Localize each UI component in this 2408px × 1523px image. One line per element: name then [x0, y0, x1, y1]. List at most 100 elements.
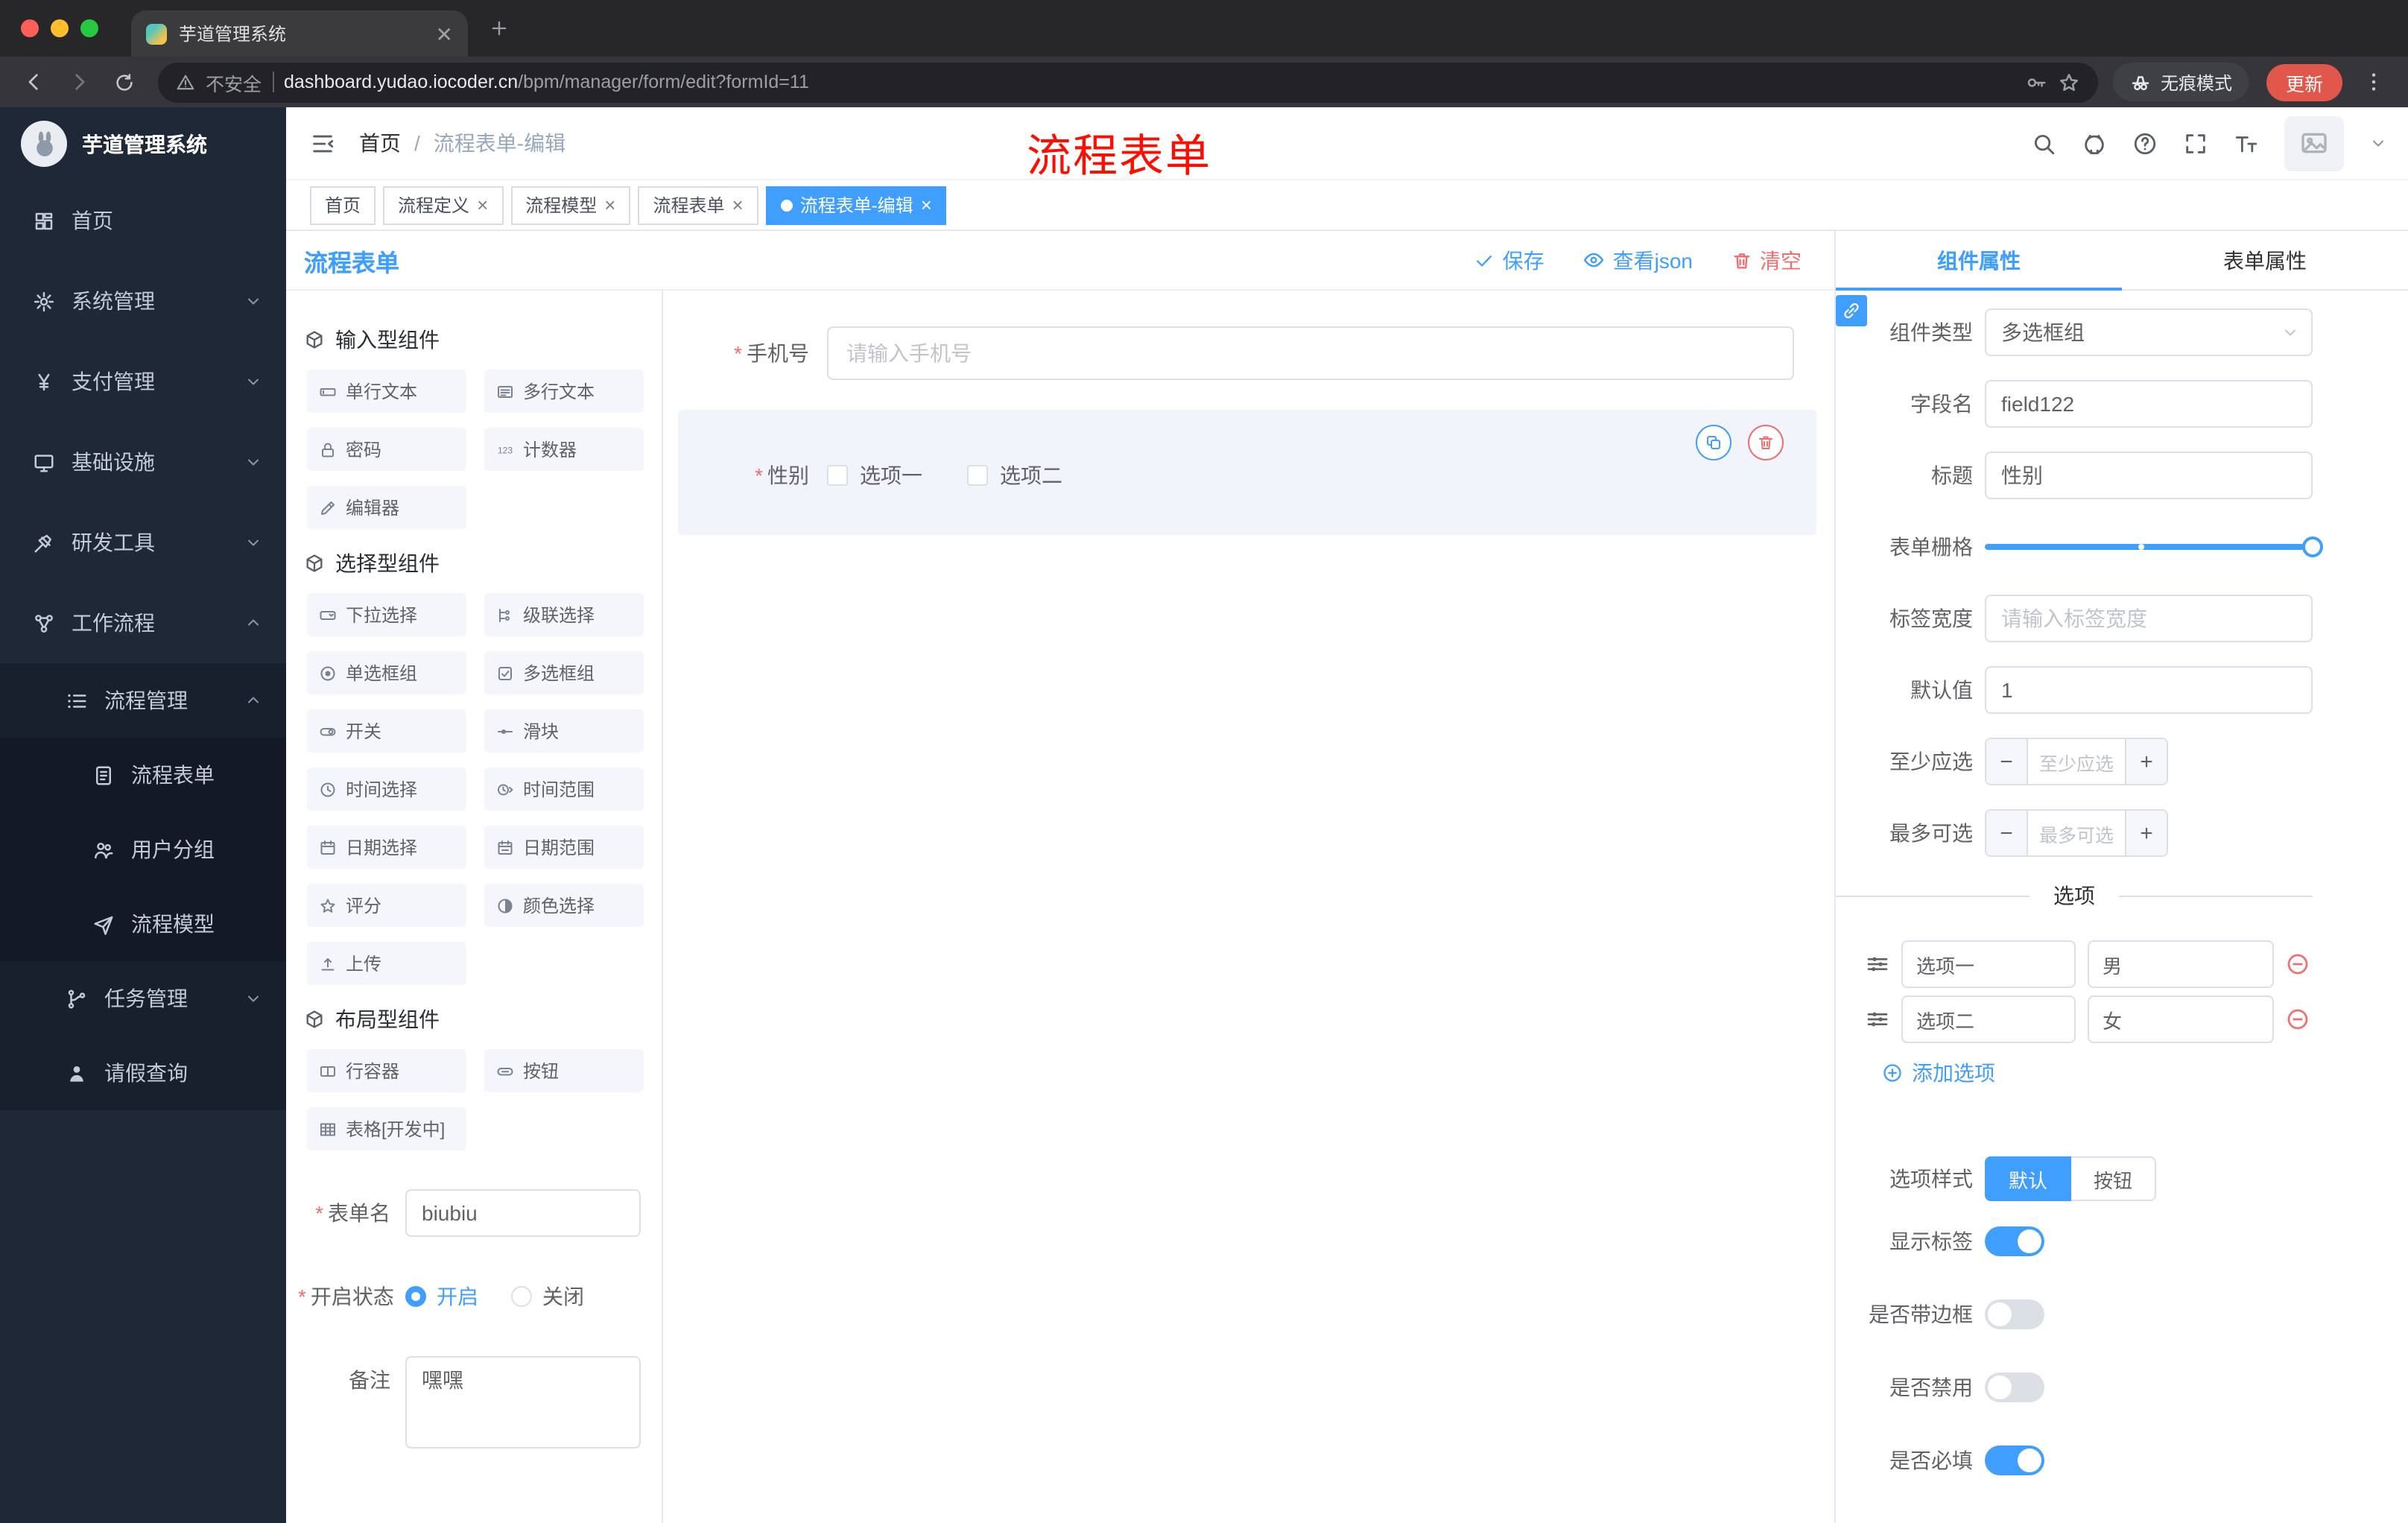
- remove-option-icon[interactable]: [2286, 952, 2310, 976]
- remove-option-icon[interactable]: [2286, 1007, 2310, 1031]
- bookmark-star-icon[interactable]: [2058, 71, 2080, 93]
- tab-form-props[interactable]: 表单属性: [2122, 231, 2408, 289]
- component-type-select[interactable]: 多选框组: [1985, 308, 2313, 356]
- component-item[interactable]: 多行文本: [484, 370, 644, 413]
- tag-close-icon[interactable]: ×: [732, 195, 744, 215]
- sidebar-fold-button[interactable]: [286, 107, 359, 179]
- option-value-input[interactable]: [2088, 995, 2274, 1043]
- sidebar-item-home[interactable]: 首页: [0, 180, 286, 261]
- user-avatar[interactable]: [2284, 115, 2344, 171]
- tag-close-icon[interactable]: ×: [921, 195, 932, 215]
- border-switch[interactable]: [1985, 1299, 2044, 1329]
- copy-field-button[interactable]: [1696, 425, 1731, 460]
- sidebar-item-devtools[interactable]: 研发工具: [0, 502, 286, 583]
- component-item[interactable]: 时间范围: [484, 767, 644, 811]
- title-input[interactable]: [1985, 452, 2313, 499]
- design-canvas[interactable]: 手机号 请输入手机号 性别: [663, 291, 1834, 1523]
- window-minimize-button[interactable]: [51, 19, 69, 37]
- field-gender[interactable]: 性别 选项一 选项二: [678, 460, 1794, 490]
- chrome-menu-button[interactable]: [2354, 63, 2393, 101]
- tab-close-icon[interactable]: ✕: [436, 23, 453, 44]
- search-icon[interactable]: [2031, 130, 2056, 156]
- forward-button[interactable]: [60, 63, 98, 101]
- component-item[interactable]: 行容器: [307, 1049, 466, 1092]
- option-label-input[interactable]: [1901, 995, 2076, 1043]
- component-item[interactable]: 单选框组: [307, 651, 466, 694]
- required-switch[interactable]: [1985, 1446, 2044, 1475]
- component-item[interactable]: 日期选择: [307, 826, 466, 869]
- url-text[interactable]: dashboard.yudao.iocoder.cn/bpm/manager/f…: [284, 72, 2015, 92]
- component-item[interactable]: 表格[开发中]: [307, 1107, 466, 1150]
- sidebar-item-user-group[interactable]: 用户分组: [0, 812, 286, 887]
- style-default-button[interactable]: 默认: [1985, 1156, 2072, 1201]
- component-item[interactable]: 上传: [307, 942, 466, 985]
- tab-component-props[interactable]: 组件属性: [1836, 231, 2122, 291]
- tag-process-definition[interactable]: 流程定义 ×: [383, 186, 504, 224]
- sidebar-item-workflow[interactable]: 工作流程: [0, 583, 286, 663]
- decrease-button[interactable]: −: [1986, 739, 2028, 784]
- link-badge-button[interactable]: [1836, 295, 1867, 326]
- grid-slider[interactable]: [1985, 523, 2323, 571]
- delete-field-button[interactable]: [1748, 425, 1784, 460]
- disabled-switch[interactable]: [1985, 1372, 2044, 1402]
- min-select-value[interactable]: 至少应选: [2028, 739, 2125, 784]
- tag-close-icon[interactable]: ×: [604, 195, 615, 215]
- drag-handle-icon[interactable]: [1866, 952, 1889, 976]
- component-item[interactable]: 计数器: [484, 428, 644, 471]
- tag-home[interactable]: 首页: [310, 186, 376, 224]
- font-size-icon[interactable]: [2234, 130, 2259, 156]
- sidebar-item-process-mgmt[interactable]: 流程管理: [0, 663, 286, 738]
- style-button-button[interactable]: 按钮: [2071, 1156, 2157, 1201]
- component-item[interactable]: 颜色选择: [484, 884, 644, 927]
- add-option-button[interactable]: 添加选项: [1882, 1058, 2313, 1088]
- option-label-input[interactable]: [1901, 940, 2076, 988]
- increase-button[interactable]: +: [2125, 739, 2167, 784]
- checkbox-box[interactable]: [967, 465, 988, 486]
- sidebar-item-process-model[interactable]: 流程模型: [0, 887, 286, 961]
- component-item[interactable]: 日期范围: [484, 826, 644, 869]
- default-value-input[interactable]: [1985, 666, 2313, 714]
- window-close-button[interactable]: [21, 19, 39, 37]
- show-label-switch[interactable]: [1985, 1226, 2044, 1256]
- increase-button[interactable]: +: [2125, 811, 2167, 855]
- radio-closed[interactable]: 关闭: [511, 1273, 584, 1320]
- component-item[interactable]: 开关: [307, 709, 466, 753]
- field-gender-selected[interactable]: 性别 选项一 选项二: [678, 410, 1816, 535]
- component-item[interactable]: 编辑器: [307, 486, 466, 529]
- fullscreen-icon[interactable]: [2183, 130, 2208, 156]
- form-name-input[interactable]: [405, 1189, 641, 1237]
- sidebar-item-task-mgmt[interactable]: 任务管理: [0, 961, 286, 1036]
- password-key-icon[interactable]: [2025, 71, 2047, 93]
- checkbox-option-1[interactable]: 选项一: [827, 460, 922, 490]
- component-item[interactable]: 时间选择: [307, 767, 466, 811]
- new-tab-button[interactable]: [477, 6, 522, 51]
- component-item[interactable]: 单行文本: [307, 370, 466, 413]
- component-item[interactable]: 密码: [307, 428, 466, 471]
- tag-process-model[interactable]: 流程模型 ×: [510, 186, 631, 224]
- address-bar[interactable]: 不安全 dashboard.yudao.iocoder.cn/bpm/manag…: [158, 62, 2098, 102]
- checkbox-option-2[interactable]: 选项二: [967, 460, 1062, 490]
- tag-process-form[interactable]: 流程表单 ×: [638, 186, 758, 224]
- sidebar-item-system[interactable]: 系统管理: [0, 261, 286, 341]
- slider-track[interactable]: [1985, 544, 2313, 550]
- browser-tab[interactable]: 芋道管理系统 ✕: [131, 10, 468, 57]
- window-zoom-button[interactable]: [80, 19, 98, 37]
- tag-process-form-edit[interactable]: 流程表单-编辑 ×: [765, 186, 947, 224]
- github-icon[interactable]: [2082, 130, 2107, 156]
- checkbox-box[interactable]: [827, 465, 848, 486]
- chrome-update-button[interactable]: 更新: [2266, 63, 2342, 101]
- drag-handle-icon[interactable]: [1866, 1007, 1889, 1031]
- radio-open[interactable]: 开启: [405, 1273, 478, 1320]
- view-json-button[interactable]: 查看json: [1583, 245, 1693, 275]
- breadcrumb-home[interactable]: 首页: [359, 128, 401, 158]
- label-width-input[interactable]: [1985, 595, 2313, 642]
- sidebar-logo[interactable]: 芋道管理系统: [0, 107, 286, 180]
- component-item[interactable]: 评分: [307, 884, 466, 927]
- back-button[interactable]: [15, 63, 54, 101]
- sidebar-item-payment[interactable]: 支付管理: [0, 341, 286, 422]
- decrease-button[interactable]: −: [1986, 811, 2028, 855]
- slider-handle[interactable]: [2302, 536, 2323, 557]
- tag-close-icon[interactable]: ×: [477, 195, 488, 215]
- clear-button[interactable]: 清空: [1731, 245, 1802, 275]
- max-select-value[interactable]: 最多可选: [2028, 811, 2125, 855]
